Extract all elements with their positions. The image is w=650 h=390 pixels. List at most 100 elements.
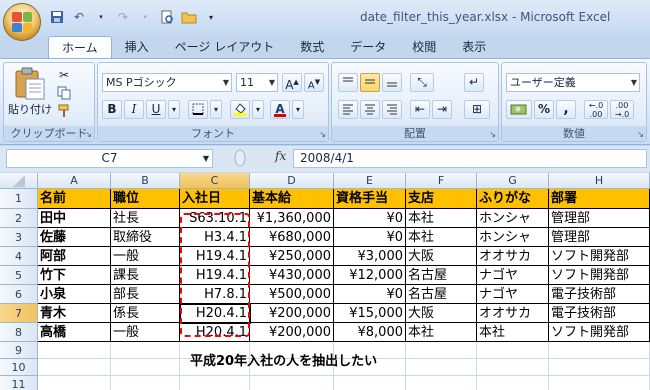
select-all-corner[interactable]	[0, 173, 38, 189]
cell-e3[interactable]: ¥0	[334, 228, 406, 247]
align-right-icon[interactable]	[382, 100, 402, 119]
cell-g8[interactable]: 本社	[477, 323, 549, 342]
cell-g6[interactable]: ナゴヤ	[477, 285, 549, 304]
cell-g11[interactable]	[477, 376, 549, 390]
clipboard-launcher-icon[interactable]: ↘	[85, 130, 92, 139]
cell-d3[interactable]: ¥680,000	[250, 228, 334, 247]
formula-input[interactable]: 2008/4/1	[293, 149, 647, 168]
save-icon[interactable]	[48, 9, 66, 25]
row-header-4[interactable]: 4	[0, 247, 38, 266]
cell-a8[interactable]: 高橋	[38, 323, 111, 342]
tab-page-layout[interactable]: ページ レイアウト	[162, 36, 288, 58]
percent-style-icon[interactable]: %	[534, 100, 554, 119]
cell-d8[interactable]: ¥200,000	[250, 323, 334, 342]
tab-view[interactable]: 表示	[449, 36, 499, 58]
row-header-9[interactable]: 9	[0, 342, 38, 359]
cell-h1[interactable]: 部署	[549, 189, 650, 209]
cell-b8[interactable]: 一般	[111, 323, 180, 342]
cell-a3[interactable]: 佐藤	[38, 228, 111, 247]
cell-f6[interactable]: 名古屋	[406, 285, 477, 304]
cell-b10[interactable]	[111, 359, 180, 376]
row-header-6[interactable]: 6	[0, 285, 38, 304]
print-preview-icon[interactable]	[158, 9, 176, 25]
redo-icon[interactable]: ↷	[114, 9, 132, 25]
cell-g7[interactable]: オオサカ	[477, 304, 549, 323]
accounting-format-icon[interactable]	[506, 100, 532, 119]
shrink-font-icon[interactable]: A▼	[304, 73, 324, 92]
cell-b7[interactable]: 係長	[111, 304, 180, 323]
cell-e1[interactable]: 資格手当	[334, 189, 406, 209]
font-color-dropdown-icon[interactable]: ▾	[292, 100, 304, 119]
merge-center-icon[interactable]: ⊞	[464, 100, 490, 119]
copy-icon[interactable]	[56, 85, 72, 101]
comma-style-icon[interactable]: ,	[556, 100, 576, 119]
cell-g4[interactable]: オオサカ	[477, 247, 549, 266]
align-center-icon[interactable]	[360, 100, 380, 119]
redo-dropdown-icon[interactable]: ▾	[136, 9, 154, 25]
cut-icon[interactable]: ✂	[56, 67, 72, 83]
cell-b11[interactable]	[111, 376, 180, 390]
cell-g3[interactable]: ホンシャ	[477, 228, 549, 247]
cell-f2[interactable]: 本社	[406, 209, 477, 228]
office-button[interactable]	[3, 3, 41, 41]
cell-a5[interactable]: 竹下	[38, 266, 111, 285]
cell-d6[interactable]: ¥500,000	[250, 285, 334, 304]
row-header-3[interactable]: 3	[0, 228, 38, 247]
cell-d2[interactable]: ¥1,360,000	[250, 209, 334, 228]
cell-c11[interactable]	[180, 376, 250, 390]
tab-home[interactable]: ホーム	[48, 36, 112, 58]
cell-c1[interactable]: 入社日	[180, 189, 250, 209]
cell-a1[interactable]: 名前	[38, 189, 111, 209]
cell-b3[interactable]: 取締役	[111, 228, 180, 247]
cell-h6[interactable]: 電子技術部	[549, 285, 650, 304]
row-header-11[interactable]: 11	[0, 376, 38, 390]
cell-d1[interactable]: 基本給	[250, 189, 334, 209]
tab-insert[interactable]: 挿入	[112, 36, 162, 58]
name-box[interactable]: C7 ▼	[6, 149, 213, 168]
column-header-e[interactable]: E	[334, 173, 406, 189]
tab-review[interactable]: 校閲	[399, 36, 449, 58]
orientation-icon[interactable]: ⤡	[410, 73, 434, 92]
cell-f8[interactable]: 本社	[406, 323, 477, 342]
row-header-8[interactable]: 8	[0, 323, 38, 342]
cell-f11[interactable]	[406, 376, 477, 390]
alignment-launcher-icon[interactable]: ↘	[489, 130, 496, 139]
open-folder-icon[interactable]	[180, 9, 198, 25]
borders-dropdown-icon[interactable]: ▾	[210, 100, 222, 119]
cell-e8[interactable]: ¥8,000	[334, 323, 406, 342]
row-header-1[interactable]: 1	[0, 189, 38, 209]
decrease-indent-icon[interactable]: ⇤	[410, 100, 430, 119]
cell-b6[interactable]: 部長	[111, 285, 180, 304]
cell-f9[interactable]	[406, 342, 477, 359]
cell-a9[interactable]	[38, 342, 111, 359]
column-header-f[interactable]: F	[406, 173, 477, 189]
paste-icon[interactable]	[12, 67, 48, 101]
underline-dropdown-icon[interactable]: ▾	[168, 100, 180, 119]
cell-h11[interactable]	[549, 376, 650, 390]
cell-e2[interactable]: ¥0	[334, 209, 406, 228]
undo-dropdown-icon[interactable]: ▾	[92, 9, 110, 25]
decrease-decimal-icon[interactable]: .00 →.0	[610, 100, 634, 119]
cell-h7[interactable]: 電子技術部	[549, 304, 650, 323]
cell-a11[interactable]	[38, 376, 111, 390]
customize-qat-icon[interactable]: ▾	[202, 9, 220, 25]
column-header-b[interactable]: B	[111, 173, 180, 189]
column-header-a[interactable]: A	[38, 173, 111, 189]
font-launcher-icon[interactable]: ↘	[319, 130, 326, 139]
cell-h4[interactable]: ソフト開発部	[549, 247, 650, 266]
column-header-h[interactable]: H	[549, 173, 650, 189]
underline-icon[interactable]: U	[146, 100, 166, 119]
cell-f10[interactable]	[406, 359, 477, 376]
row-header-7[interactable]: 7	[0, 304, 38, 323]
cell-d5[interactable]: ¥430,000	[250, 266, 334, 285]
cell-d4[interactable]: ¥250,000	[250, 247, 334, 266]
cell-e4[interactable]: ¥3,000	[334, 247, 406, 266]
cell-f4[interactable]: 大阪	[406, 247, 477, 266]
resize-handle-icon[interactable]	[233, 149, 247, 168]
align-middle-icon[interactable]	[360, 73, 380, 92]
font-size-combo[interactable]: 11 ▼	[236, 73, 278, 92]
align-left-icon[interactable]	[338, 100, 358, 119]
cell-f7[interactable]: 大阪	[406, 304, 477, 323]
number-launcher-icon[interactable]: ↘	[637, 130, 644, 139]
cell-d7[interactable]: ¥200,000	[250, 304, 334, 323]
